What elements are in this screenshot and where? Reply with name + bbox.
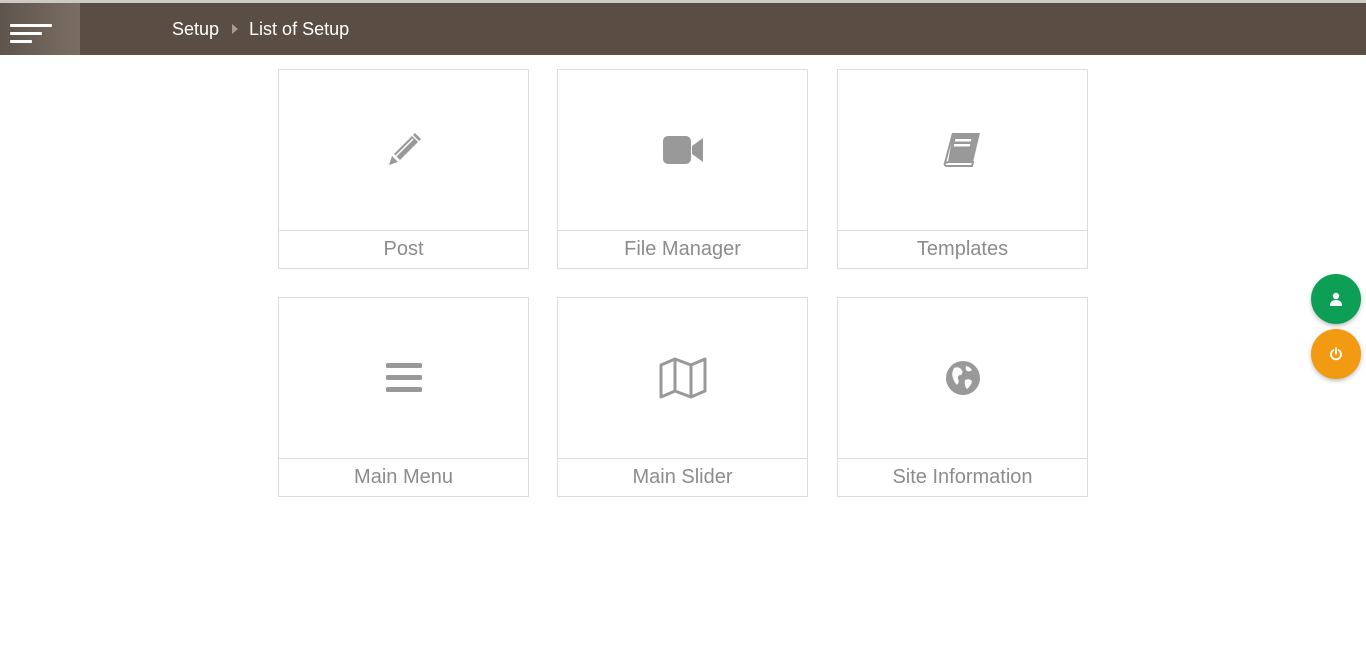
breadcrumb: Setup List of Setup bbox=[172, 3, 349, 55]
tile-icon-area bbox=[838, 70, 1087, 230]
tile-icon-area bbox=[558, 298, 807, 458]
caret-right-icon bbox=[232, 24, 239, 34]
tile-post[interactable]: Post bbox=[278, 69, 529, 269]
map-icon bbox=[659, 357, 706, 399]
hamburger-line bbox=[10, 32, 42, 35]
hamburger-line bbox=[10, 40, 32, 43]
tile-icon-area bbox=[838, 298, 1087, 458]
tile-label: Main Slider bbox=[558, 458, 807, 496]
pencil-icon bbox=[388, 133, 421, 165]
tile-file-manager[interactable]: File Manager bbox=[557, 69, 808, 269]
logout-button[interactable] bbox=[1311, 329, 1361, 379]
hamburger-line bbox=[10, 24, 52, 27]
tile-icon-area bbox=[279, 298, 528, 458]
tile-label: Post bbox=[279, 230, 528, 268]
tile-label: Site Information bbox=[838, 458, 1087, 496]
book-icon bbox=[943, 132, 980, 167]
breadcrumb-current: List of Setup bbox=[249, 18, 350, 39]
user-profile-button[interactable] bbox=[1311, 274, 1361, 324]
tile-main-slider[interactable]: Main Slider bbox=[557, 297, 808, 497]
power-icon bbox=[1330, 347, 1342, 361]
tile-label: Templates bbox=[838, 230, 1087, 268]
tile-main-menu[interactable]: Main Menu bbox=[278, 297, 529, 497]
tile-site-information[interactable]: Site Information bbox=[837, 297, 1088, 497]
menu-bars-icon bbox=[385, 363, 422, 392]
breadcrumb-setup-link[interactable]: Setup bbox=[172, 19, 219, 40]
top-bar: Setup List of Setup bbox=[0, 0, 1366, 55]
video-camera-icon bbox=[662, 136, 703, 164]
tile-templates[interactable]: Templates bbox=[837, 69, 1088, 269]
globe-icon bbox=[945, 361, 980, 395]
tile-label: Main Menu bbox=[279, 458, 528, 496]
tile-icon-area bbox=[558, 70, 807, 230]
hamburger-menu-button[interactable] bbox=[0, 3, 80, 55]
tile-icon-area bbox=[279, 70, 528, 230]
tile-label: File Manager bbox=[558, 230, 807, 268]
user-icon bbox=[1330, 292, 1342, 306]
